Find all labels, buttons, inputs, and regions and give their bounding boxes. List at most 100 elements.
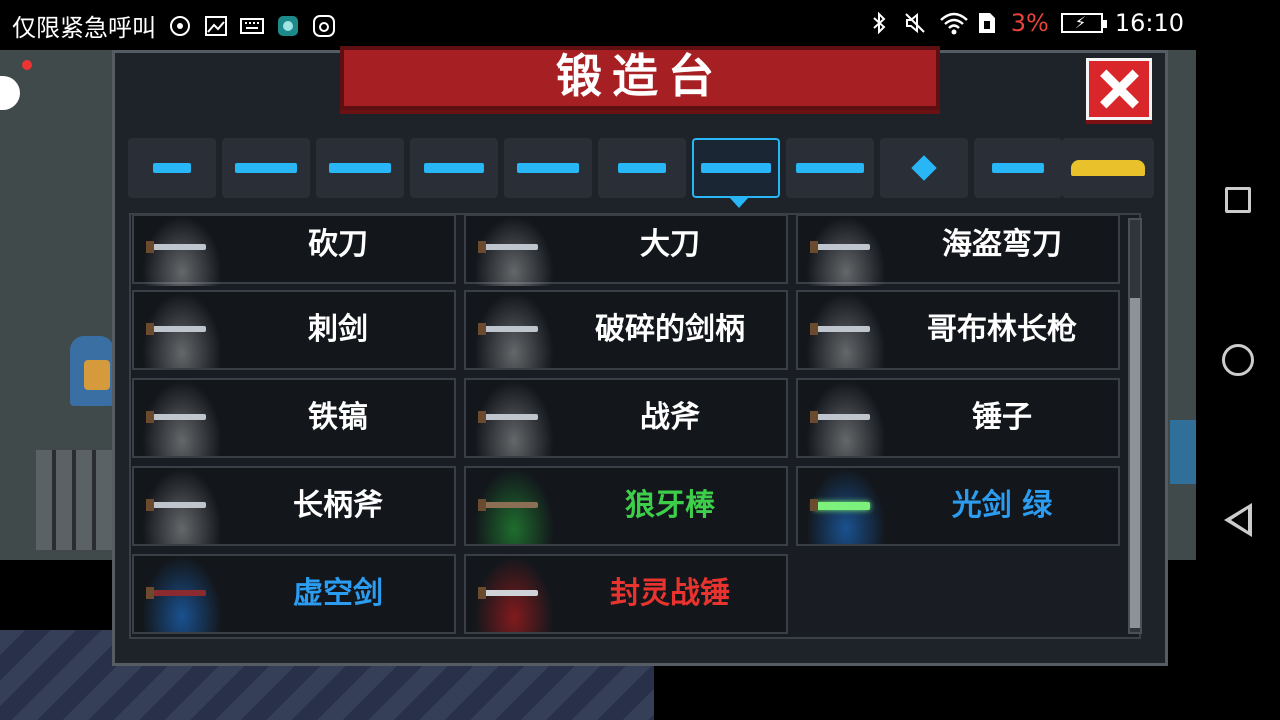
shotgun-icon xyxy=(329,163,391,173)
keyboard-icon xyxy=(240,14,264,38)
weapon-icon xyxy=(146,241,206,253)
weapon-item[interactable]: 破碎的剑柄 xyxy=(464,290,788,370)
battery-icon: ⚡ xyxy=(1060,13,1107,33)
weapon-item[interactable]: 海盗弯刀 xyxy=(796,214,1120,286)
weapon-item[interactable]: 哥布林长枪 xyxy=(796,290,1120,370)
weapon-name: 砍刀 xyxy=(308,227,368,262)
gas-tanks xyxy=(36,450,112,550)
pistol-icon xyxy=(153,163,191,173)
weapon-name: 海盗弯刀 xyxy=(942,227,1062,262)
battery-percent: 3% xyxy=(1010,9,1049,37)
tab-staff[interactable] xyxy=(786,138,874,198)
weapon-item[interactable]: 战斧 xyxy=(464,378,788,458)
status-bar: 仅限紧急呼叫 3% ⚡ 16:10 xyxy=(0,0,1280,50)
weapon-name: 哥布林长枪 xyxy=(927,312,1077,347)
notification-dot xyxy=(22,60,32,70)
triangle-back-icon xyxy=(1224,503,1252,537)
circle-icon xyxy=(1222,344,1254,376)
weapon-item[interactable]: 砍刀 xyxy=(132,214,456,286)
shuriken-icon xyxy=(911,155,937,181)
weapon-item[interactable]: 长柄斧 xyxy=(132,466,456,546)
weapon-icon xyxy=(810,411,870,423)
weapon-name: 大刀 xyxy=(640,227,700,262)
wifi-icon xyxy=(939,11,968,35)
weapon-icon xyxy=(146,587,206,599)
app-icon xyxy=(276,14,300,38)
tab-crown[interactable] xyxy=(1062,138,1154,198)
weapon-item[interactable]: 铁镐 xyxy=(132,378,456,458)
scrollbar[interactable] xyxy=(1128,218,1142,634)
tab-throwable[interactable] xyxy=(880,138,968,198)
weapon-icon xyxy=(478,411,538,423)
right-machine xyxy=(1170,420,1196,484)
weapon-icon xyxy=(810,323,870,335)
navigation-bar xyxy=(1196,0,1280,720)
weapon-name: 长柄斧 xyxy=(293,488,383,523)
weapon-name: 虚空剑 xyxy=(293,576,383,611)
weapon-icon xyxy=(146,411,206,423)
weapon-item[interactable]: 虚空剑 xyxy=(132,554,456,634)
weapon-name: 锤子 xyxy=(972,400,1032,435)
tab-shotgun[interactable] xyxy=(316,138,404,198)
weapon-name: 狼牙棒 xyxy=(625,488,715,523)
rarity-glow xyxy=(474,216,554,286)
launcher-icon xyxy=(424,163,484,173)
tab-fish[interactable] xyxy=(974,138,1062,198)
weapon-icon xyxy=(478,499,538,511)
rarity-glow xyxy=(142,216,222,286)
weapon-icon xyxy=(478,587,538,599)
category-tabs xyxy=(128,138,1154,208)
weapon-icon xyxy=(146,323,206,335)
rarity-glow xyxy=(806,216,886,286)
weapon-name: 刺剑 xyxy=(308,312,368,347)
fish-icon xyxy=(992,163,1044,173)
weapon-item[interactable]: 锤子 xyxy=(796,378,1120,458)
weapon-icon xyxy=(810,241,870,253)
sim-icon xyxy=(975,11,999,35)
page-title: 锻造台 xyxy=(556,49,724,103)
tab-melee[interactable] xyxy=(692,138,780,208)
close-button[interactable] xyxy=(1086,58,1152,120)
weapon-grid: 砍刀 大刀 海盗弯刀刺剑 破碎的剑柄 哥布林长枪铁镐 战斧 锤子长柄斧 狼牙棒 光剑 绿虚空剑 封… xyxy=(132,214,1122,636)
weapon-icon xyxy=(478,241,538,253)
carrier-text: 仅限紧急呼叫 xyxy=(12,14,156,42)
weapon-item[interactable]: 大刀 xyxy=(464,214,788,286)
tab-launcher[interactable] xyxy=(410,138,498,198)
scroll-thumb[interactable] xyxy=(1130,298,1140,628)
weapon-item[interactable]: 光剑 绿 xyxy=(796,466,1120,546)
hotspot-icon xyxy=(168,14,192,38)
tab-arrow[interactable] xyxy=(598,138,686,198)
clock: 16:10 xyxy=(1114,9,1184,37)
tab-rifle[interactable] xyxy=(222,138,310,198)
crown-icon xyxy=(1071,160,1145,176)
arrow-icon xyxy=(618,163,666,173)
tab-special[interactable] xyxy=(504,138,592,198)
weapon-icon xyxy=(810,499,870,511)
mute-icon xyxy=(903,11,927,35)
weapon-name: 战斧 xyxy=(640,400,700,435)
weapon-item[interactable]: 封灵战锤 xyxy=(464,554,788,634)
player-face xyxy=(84,360,110,390)
square-icon xyxy=(1225,187,1251,213)
melee-icon xyxy=(701,163,771,173)
home-button[interactable] xyxy=(1218,340,1258,380)
rifle-icon xyxy=(235,163,297,173)
back-button[interactable] xyxy=(1218,500,1258,540)
staff-icon xyxy=(796,163,864,173)
weapon-item[interactable]: 狼牙棒 xyxy=(464,466,788,546)
weapon-item[interactable]: 刺剑 xyxy=(132,290,456,370)
special-gun-icon xyxy=(517,163,579,173)
weapon-name: 光剑 绿 xyxy=(951,488,1053,523)
recent-apps-button[interactable] xyxy=(1218,180,1258,220)
weapon-name: 破碎的剑柄 xyxy=(595,312,745,347)
bluetooth-icon xyxy=(867,11,891,35)
active-tab-indicator xyxy=(730,198,748,208)
close-icon xyxy=(1098,68,1140,110)
weapon-name: 封灵战锤 xyxy=(610,576,730,611)
image-icon xyxy=(204,14,228,38)
tab-pistol[interactable] xyxy=(128,138,216,198)
weapon-name: 铁镐 xyxy=(308,400,368,435)
camera-icon xyxy=(312,14,336,38)
weapon-icon xyxy=(478,323,538,335)
weapon-icon xyxy=(146,499,206,511)
